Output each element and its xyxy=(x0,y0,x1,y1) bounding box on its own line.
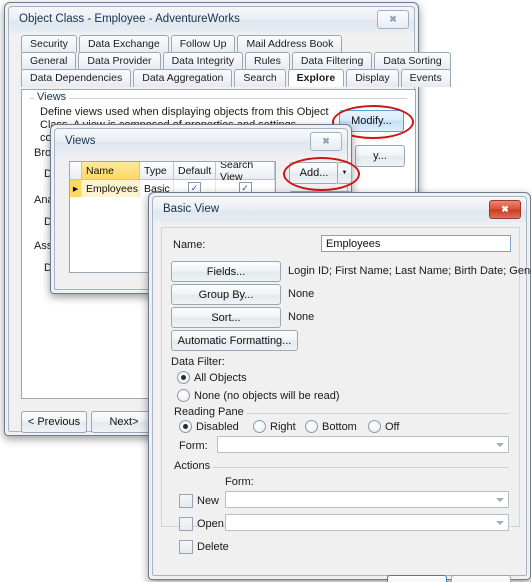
ok-button[interactable]: OK xyxy=(387,575,447,582)
basic-view-close-icon[interactable]: ✖ xyxy=(489,200,521,219)
cancel-button[interactable]: Cancel xyxy=(451,575,511,582)
sort-value: None xyxy=(288,311,315,323)
tab-row-2: General Data Provider Data Integrity Rul… xyxy=(21,52,451,70)
grid-header-search-view[interactable]: Search View xyxy=(216,162,275,183)
reading-pane-form-label: Form: xyxy=(179,440,208,452)
actions-group-line xyxy=(171,467,509,468)
grid-corner-header xyxy=(70,162,82,179)
checkbox-icon xyxy=(179,540,193,554)
tab-security[interactable]: Security xyxy=(21,35,77,53)
chevron-down-icon xyxy=(496,520,504,525)
checkbox-open[interactable]: Open xyxy=(179,517,224,531)
object-class-title: Object Class - Employee - AdventureWorks xyxy=(19,13,240,25)
radio-dot-icon xyxy=(179,420,192,433)
close-icon[interactable]: ✖ xyxy=(377,10,409,29)
grid-header-default[interactable]: Default xyxy=(174,162,216,179)
tab-display[interactable]: Display xyxy=(346,69,399,87)
tab-events[interactable]: Events xyxy=(400,69,451,87)
reading-pane-label: Reading Pane xyxy=(171,406,247,418)
views-titlebar: Views ✖ xyxy=(55,129,347,155)
radio-off-label: Off xyxy=(385,420,400,433)
checkbox-new-label: New xyxy=(197,495,220,507)
tab-data-aggregation[interactable]: Data Aggregation xyxy=(133,69,233,87)
radio-all-objects-label: All Objects xyxy=(194,371,247,384)
hidden-modify-button[interactable]: y... xyxy=(355,145,405,167)
chevron-down-icon xyxy=(496,497,504,502)
tab-data-provider[interactable]: Data Provider xyxy=(78,52,161,70)
tab-follow-up[interactable]: Follow Up xyxy=(170,35,236,53)
checkbox-new[interactable]: New xyxy=(179,494,219,508)
open-form-combo[interactable] xyxy=(225,514,509,531)
radio-disabled-label: Disabled xyxy=(196,420,239,433)
radio-right-label: Right xyxy=(270,420,296,433)
radio-dot-icon xyxy=(305,420,318,433)
checkbox-delete-label: Delete xyxy=(197,541,229,553)
checkbox-open-label: Open xyxy=(197,518,224,530)
group-by-button[interactable]: Group By... xyxy=(171,284,281,305)
radio-reading-pane-right[interactable]: Right xyxy=(253,420,296,433)
radio-none-no-objects[interactable]: None (no objects will be read) xyxy=(177,389,340,402)
views-dialog-title: Views xyxy=(65,135,96,147)
views-close-icon[interactable]: ✖ xyxy=(310,132,342,151)
radio-dot-icon xyxy=(368,420,381,433)
tab-data-integrity[interactable]: Data Integrity xyxy=(162,52,244,70)
radio-reading-pane-off[interactable]: Off xyxy=(368,420,399,433)
add-dropdown-button[interactable]: ▼ xyxy=(337,162,352,184)
grid-header-type[interactable]: Type xyxy=(140,162,174,179)
tab-rules[interactable]: Rules xyxy=(245,52,290,70)
sort-button[interactable]: Sort... xyxy=(171,307,281,328)
radio-reading-pane-bottom[interactable]: Bottom xyxy=(305,420,357,433)
row-selector-icon: ▶ xyxy=(70,180,82,197)
actions-form-header: Form: xyxy=(225,476,254,488)
grid-header-name[interactable]: Name xyxy=(82,162,140,179)
tab-data-filtering[interactable]: Data Filtering xyxy=(291,52,373,70)
radio-reading-pane-disabled[interactable]: Disabled xyxy=(179,420,239,433)
tab-row-3: Data Dependencies Data Aggregation Searc… xyxy=(21,69,451,87)
name-input[interactable]: Employees xyxy=(321,235,511,252)
checkbox-icon xyxy=(179,517,193,531)
views-group-label: Views xyxy=(34,91,70,103)
group-by-value: None xyxy=(288,288,315,300)
new-form-combo[interactable] xyxy=(225,491,509,508)
data-filter-label: Data Filter: xyxy=(171,356,225,368)
tab-general[interactable]: General xyxy=(21,52,77,70)
reading-pane-form-combo[interactable] xyxy=(217,436,509,453)
previous-button[interactable]: < Previous xyxy=(21,411,87,433)
radio-all-objects[interactable]: All Objects xyxy=(177,371,247,384)
tab-mail-address-book[interactable]: Mail Address Book xyxy=(237,35,343,53)
cell-name: Employees xyxy=(82,180,140,197)
automatic-formatting-button[interactable]: Automatic Formatting... xyxy=(171,330,298,351)
tab-data-exchange[interactable]: Data Exchange xyxy=(78,35,169,53)
fields-button[interactable]: Fields... xyxy=(171,261,281,282)
name-label: Name: xyxy=(173,239,206,251)
add-button[interactable]: Add... xyxy=(289,162,339,184)
views-group-line xyxy=(30,98,407,99)
tab-row-1: Security Data Exchange Follow Up Mail Ad… xyxy=(21,35,416,53)
radio-dot-icon xyxy=(253,420,266,433)
basic-view-dialog: Basic View ✖ Name: Employees Fields... L… xyxy=(148,192,531,582)
object-class-titlebar: Object Class - Employee - AdventureWorks… xyxy=(9,7,414,33)
screen: Object Class - Employee - AdventureWorks… xyxy=(0,0,531,582)
basic-view-titlebar: Basic View ✖ xyxy=(153,197,526,223)
chevron-down-icon xyxy=(496,442,504,447)
radio-bottom-label: Bottom xyxy=(322,420,357,433)
radio-dot-icon xyxy=(177,389,190,402)
views-grid-header: Name Type Default Search View xyxy=(70,162,275,183)
tab-strip: Security Data Exchange Follow Up Mail Ad… xyxy=(21,35,451,87)
tab-data-sorting[interactable]: Data Sorting xyxy=(374,52,451,70)
fields-value: Login ID; First Name; Last Name; Birth D… xyxy=(288,265,531,277)
tab-explore[interactable]: Explore xyxy=(287,69,345,87)
checkbox-delete[interactable]: Delete xyxy=(179,540,229,554)
basic-view-dialog-inner: Basic View ✖ Name: Employees Fields... L… xyxy=(152,196,531,582)
tab-data-dependencies[interactable]: Data Dependencies xyxy=(21,69,132,87)
checkbox-icon xyxy=(179,494,193,508)
actions-label: Actions xyxy=(171,460,214,472)
tab-search[interactable]: Search xyxy=(234,69,286,87)
radio-none-label: None (no objects will be read) xyxy=(194,389,340,402)
basic-view-dialog-title: Basic View xyxy=(163,203,220,215)
radio-dot-icon xyxy=(177,371,190,384)
